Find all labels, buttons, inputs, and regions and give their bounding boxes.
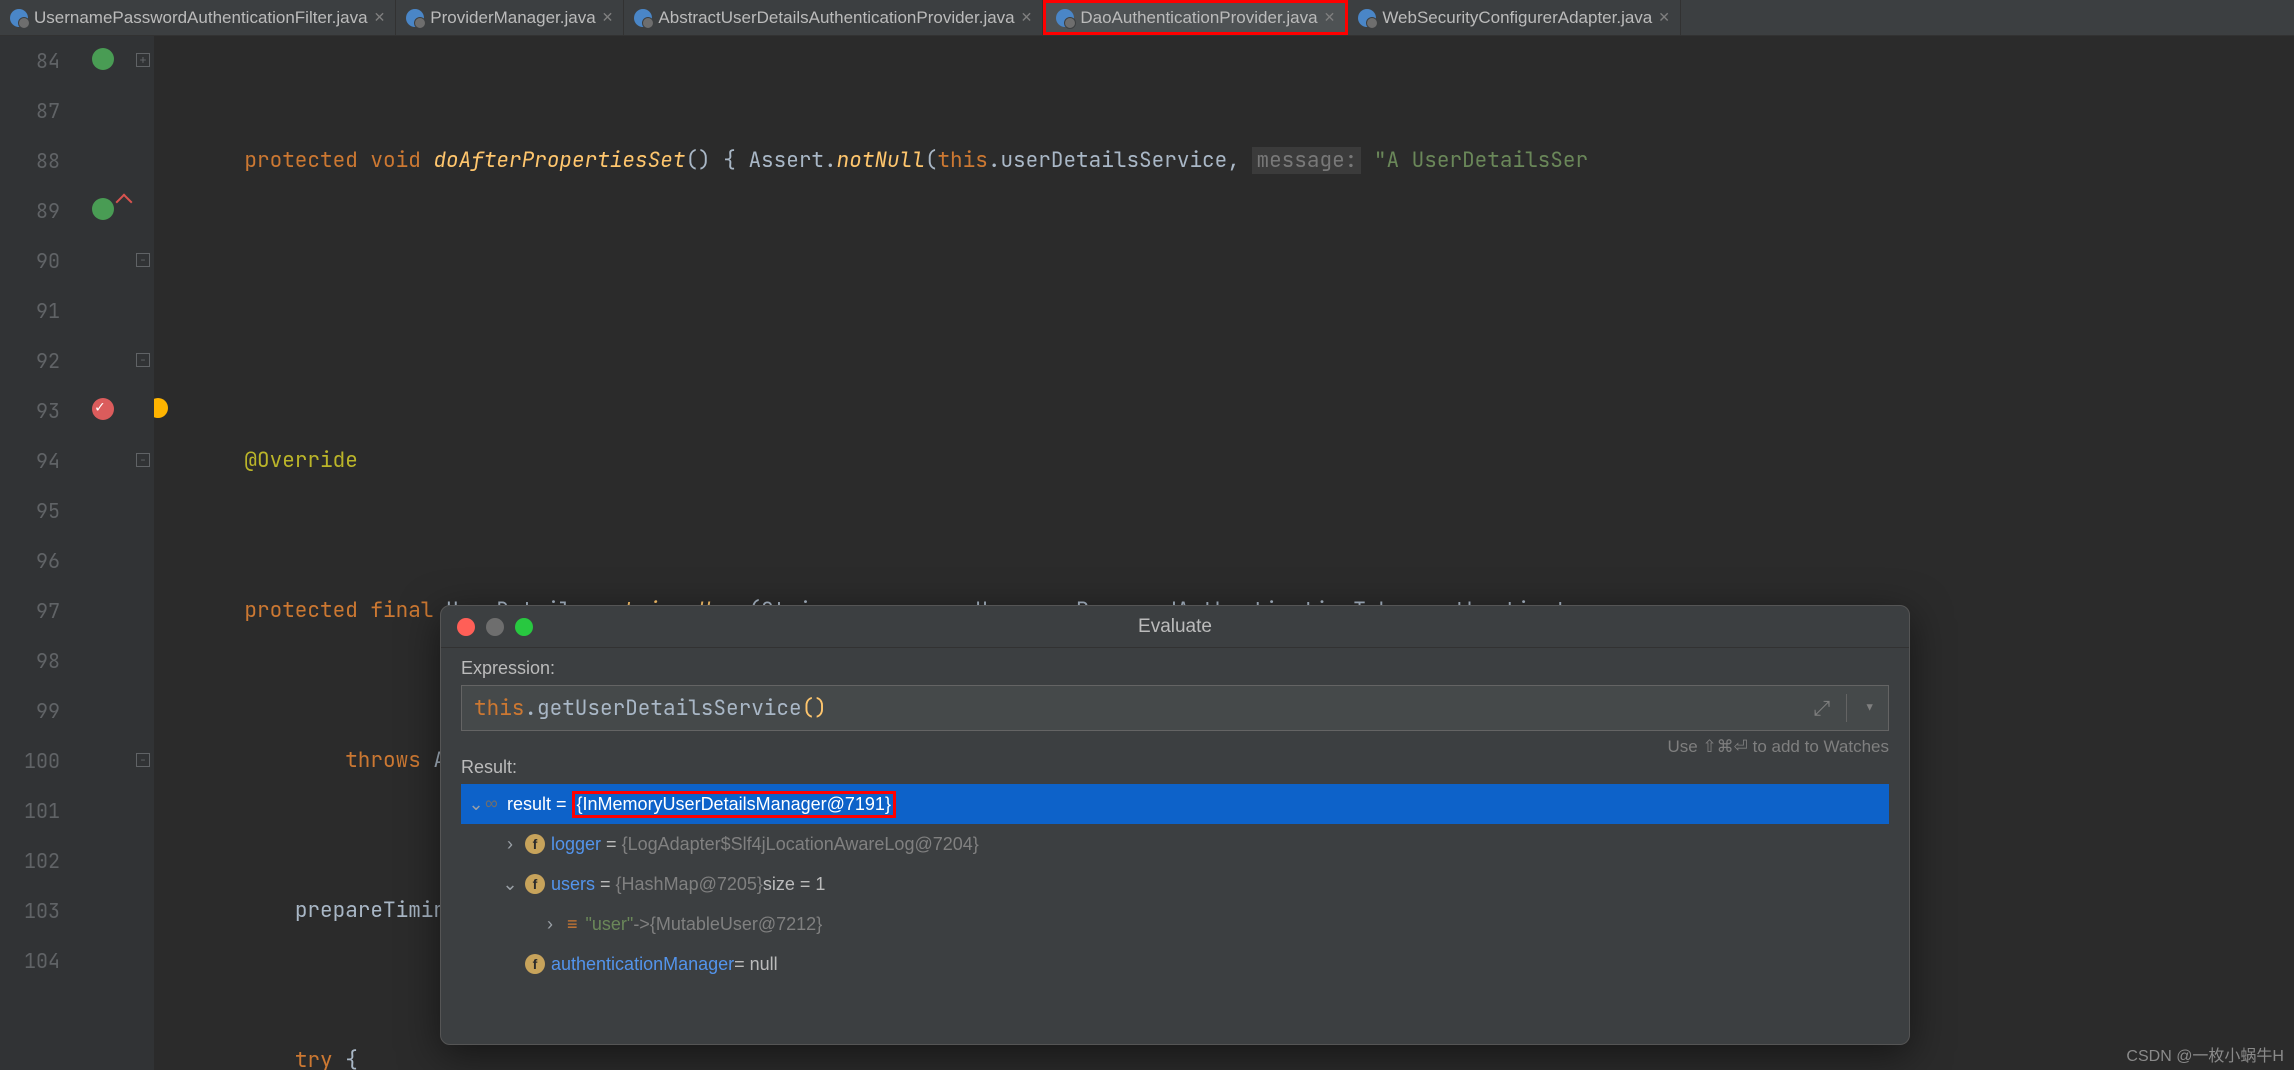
java-class-icon [1056,9,1074,27]
close-icon[interactable]: ✕ [1021,9,1033,26]
line-number: 101 [0,786,60,836]
code-line[interactable]: protected void doAfterPropertiesSet() { … [154,136,2294,186]
tab-label: UsernamePasswordAuthenticationFilter.jav… [34,8,368,28]
line-number: 95 [0,486,60,536]
field-icon: f [525,834,545,854]
tab-label: AbstractUserDetailsAuthenticationProvide… [658,8,1014,28]
expand-icon[interactable]: ⤢ [1814,695,1831,722]
tab-label: DaoAuthenticationProvider.java [1080,8,1317,28]
chevron-down-icon[interactable]: ⌄ [467,794,485,815]
editor-tab-bar: UsernamePasswordAuthenticationFilter.jav… [0,0,2294,36]
tree-row[interactable]: › f logger = {LogAdapter$Slf4jLocationAw… [461,824,1889,864]
tab-file-4[interactable]: WebSecurityConfigurerAdapter.java ✕ [1348,0,1681,35]
fold-toggle-icon[interactable]: − [136,453,150,467]
chevron-right-icon[interactable]: › [501,834,519,855]
line-number: 89 [0,186,60,236]
fold-gutter: + − − − − [134,36,154,1070]
result-label: Result: [461,757,1889,778]
line-number: 98 [0,636,60,686]
tree-row[interactable]: ⌄ f users = {HashMap@7205} size = 1 [461,864,1889,904]
map-entry-icon: ≡ [567,914,578,935]
line-number: 96 [0,536,60,586]
java-class-icon [1358,9,1376,27]
code-line[interactable]: @Override [154,436,2294,486]
dialog-title: Evaluate [441,616,1909,638]
java-class-icon [10,9,28,27]
close-icon[interactable]: ✕ [1658,9,1670,26]
line-number: 94 [0,436,60,486]
line-number: 92 [0,336,60,386]
chevron-down-icon[interactable]: ▾ [1863,695,1876,722]
line-number: 103 [0,886,60,936]
line-number: 93 [0,386,60,436]
dialog-titlebar[interactable]: Evaluate [441,606,1909,648]
close-icon[interactable]: ✕ [602,9,614,26]
java-class-icon [634,9,652,27]
field-icon: f [525,954,545,974]
line-number: 99 [0,686,60,736]
expression-input[interactable]: this.getUserDetailsService() ⤢▾ [461,685,1889,731]
line-number: 88 [0,136,60,186]
tab-label: ProviderManager.java [430,8,595,28]
tab-file-3-active[interactable]: DaoAuthenticationProvider.java ✕ [1043,0,1348,35]
line-number: 100 [0,736,60,786]
evaluate-dialog[interactable]: Evaluate Expression: this.getUserDetails… [440,605,1910,1045]
fold-toggle-icon[interactable]: − [136,353,150,367]
result-tree: ⌄ result = {InMemoryUserDetailsManager@7… [461,784,1889,984]
chevron-down-icon[interactable]: ⌄ [501,874,519,895]
fold-toggle-icon[interactable]: − [136,753,150,767]
line-number: 84 [0,36,60,86]
java-class-icon [406,9,424,27]
line-number: 90 [0,236,60,286]
override-icon[interactable] [92,198,114,220]
field-icon: f [525,874,545,894]
gutter-marks [78,36,134,1070]
hint-text: Use ⇧⌘⏎ to add to Watches [461,737,1889,757]
tree-row[interactable]: f authenticationManager = null [461,944,1889,984]
close-icon[interactable]: ✕ [374,9,386,26]
object-ref-icon [485,793,507,815]
line-number: 97 [0,586,60,636]
fold-toggle-icon[interactable]: − [136,253,150,267]
tab-label: WebSecurityConfigurerAdapter.java [1382,8,1652,28]
tree-row-result[interactable]: ⌄ result = {InMemoryUserDetailsManager@7… [461,784,1889,824]
tab-file-0[interactable]: UsernamePasswordAuthenticationFilter.jav… [0,0,396,35]
close-icon[interactable]: ✕ [1324,9,1336,26]
arrow-up-icon [116,194,133,211]
line-number: 104 [0,936,60,986]
override-icon[interactable] [92,48,114,70]
line-number: 102 [0,836,60,886]
chevron-right-icon[interactable]: › [541,914,559,935]
breakpoint-hit-icon[interactable] [92,398,114,420]
tree-row[interactable]: › ≡ "user" -> {MutableUser@7212} [461,904,1889,944]
tab-file-2[interactable]: AbstractUserDetailsAuthenticationProvide… [624,0,1043,35]
tab-file-1[interactable]: ProviderManager.java ✕ [396,0,624,35]
watermark: CSDN @一枚小蜗牛H [2126,1042,2284,1066]
line-number: 91 [0,286,60,336]
line-number-gutter: 84 87 88 89 90 91 92 93 94 95 96 97 98 9… [0,36,78,1070]
line-number: 87 [0,86,60,136]
code-line[interactable] [154,286,2294,336]
fold-toggle-icon[interactable]: + [136,53,150,67]
expression-label: Expression: [461,658,1889,679]
